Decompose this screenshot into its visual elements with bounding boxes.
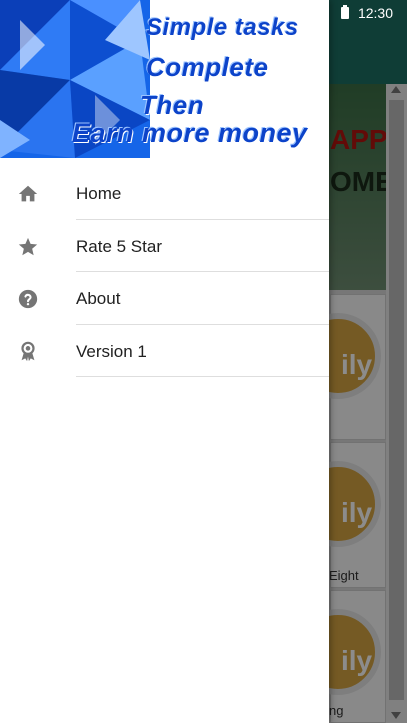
- menu-item-rate[interactable]: Rate 5 Star: [0, 220, 329, 272]
- menu-item-about[interactable]: About: [0, 272, 329, 325]
- header-tagline-line: Simple tasks: [146, 14, 299, 41]
- star-icon: [18, 237, 38, 255]
- help-circle-icon: [18, 289, 38, 309]
- menu-divider: [76, 376, 329, 377]
- award-ribbon-icon: [21, 341, 35, 361]
- menu-item-label: Rate 5 Star: [76, 236, 162, 256]
- navigation-drawer: Simple tasks Complete Then Earn more mon…: [0, 0, 329, 723]
- drawer-menu: Home Rate 5 Star About Version 1: [0, 167, 329, 377]
- home-icon: [18, 185, 38, 202]
- menu-item-label: About: [76, 289, 121, 308]
- menu-item-label: Home: [76, 184, 122, 203]
- menu-item-label: Version 1: [76, 341, 147, 361]
- menu-item-version[interactable]: Version 1: [0, 325, 329, 377]
- header-tagline-line: Earn more money: [72, 118, 308, 148]
- menu-item-home[interactable]: Home: [0, 167, 329, 220]
- header-tagline-line: Complete: [146, 52, 269, 82]
- status-time: 12:30: [357, 5, 393, 21]
- drawer-header: Simple tasks Complete Then Earn more mon…: [0, 0, 329, 158]
- battery-icon: [341, 5, 349, 19]
- header-tagline-line: Then: [140, 90, 205, 120]
